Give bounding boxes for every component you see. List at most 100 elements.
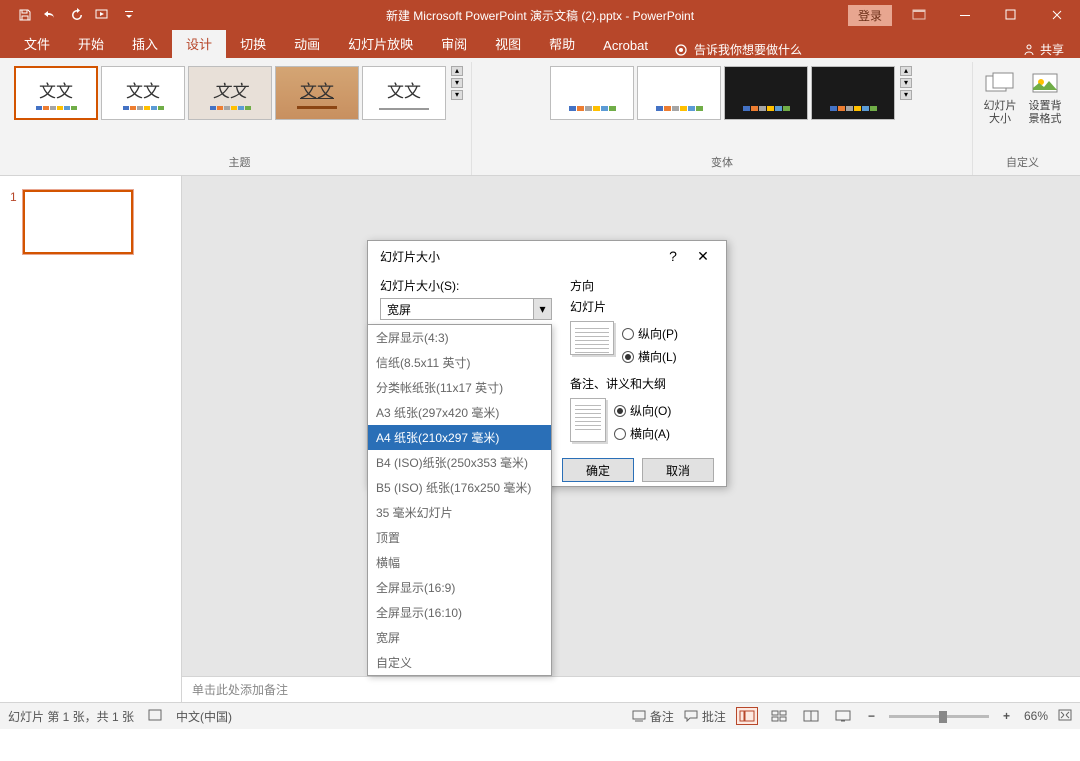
share-button[interactable]: 共享: [1022, 41, 1064, 58]
window-controls: 登录: [848, 0, 1080, 30]
comments-toggle[interactable]: 批注: [684, 708, 726, 725]
tab-design[interactable]: 设计: [172, 29, 226, 58]
variant-thumb[interactable]: [811, 66, 895, 120]
tell-me-search[interactable]: 告诉我你想要做什么: [662, 41, 814, 58]
login-button[interactable]: 登录: [848, 5, 892, 26]
format-bg-icon: [1029, 70, 1061, 98]
theme-thumb[interactable]: 文文: [275, 66, 359, 120]
tab-acrobat[interactable]: Acrobat: [589, 33, 662, 58]
slide-number: 1: [10, 190, 17, 254]
window-title: 新建 Microsoft PowerPoint 演示文稿 (2).pptx - …: [386, 7, 694, 24]
customize-label: 自定义: [1006, 151, 1039, 175]
dropdown-item[interactable]: 宽屏: [368, 625, 551, 650]
qat-customize-button[interactable]: [116, 2, 142, 28]
ribbon-display-button[interactable]: [896, 0, 942, 30]
dropdown-item[interactable]: 全屏显示(16:9): [368, 575, 551, 600]
scroll-down-button[interactable]: ▾: [900, 78, 912, 88]
ribbon-tabs: 文件 开始 插入 设计 切换 动画 幻灯片放映 审阅 视图 帮助 Acrobat…: [0, 30, 1080, 58]
notes-toggle[interactable]: 备注: [632, 708, 674, 725]
minimize-button[interactable]: [942, 0, 988, 30]
maximize-button[interactable]: [988, 0, 1034, 30]
size-dropdown: 全屏显示(4:3) 信纸(8.5x11 英寸) 分类帐纸张(11x17 英寸) …: [367, 324, 552, 676]
tab-animations[interactable]: 动画: [280, 29, 334, 58]
zoom-out-button[interactable]: −: [864, 709, 879, 723]
slide-entry[interactable]: 1: [10, 190, 171, 254]
sorter-view-button[interactable]: [768, 707, 790, 725]
share-label: 共享: [1040, 41, 1064, 58]
tab-help[interactable]: 帮助: [535, 29, 589, 58]
more-button[interactable]: ▾: [900, 90, 912, 100]
save-button[interactable]: [12, 2, 38, 28]
start-from-beginning-button[interactable]: [90, 2, 116, 28]
normal-view-button[interactable]: [736, 707, 758, 725]
dialog-title: 幻灯片大小: [380, 248, 658, 265]
orientation-label: 方向: [570, 277, 714, 294]
dropdown-item[interactable]: 顶置: [368, 525, 551, 550]
variant-thumb[interactable]: [724, 66, 808, 120]
combo-value: 宽屏: [381, 301, 533, 318]
scroll-up-button[interactable]: ▴: [900, 66, 912, 76]
dropdown-item[interactable]: A4 纸张(210x297 毫米): [368, 425, 551, 450]
quick-access-toolbar: [0, 2, 142, 28]
cancel-button[interactable]: 取消: [642, 458, 714, 482]
dialog-close-button[interactable]: ✕: [688, 244, 718, 268]
tab-review[interactable]: 审阅: [427, 29, 481, 58]
radio-portrait[interactable]: 纵向(P): [622, 325, 678, 342]
scroll-down-button[interactable]: ▾: [451, 78, 463, 88]
radio-landscape-notes[interactable]: 横向(A): [614, 425, 671, 442]
tab-home[interactable]: 开始: [64, 29, 118, 58]
dialog-help-button[interactable]: ?: [658, 244, 688, 268]
slide-size-button[interactable]: 幻灯片大小: [979, 66, 1021, 126]
theme-thumb[interactable]: 文文: [188, 66, 272, 120]
variant-thumb[interactable]: [637, 66, 721, 120]
size-combobox[interactable]: 宽屏 ▾: [380, 298, 552, 320]
dropdown-item[interactable]: B5 (ISO) 纸张(176x250 毫米): [368, 475, 551, 500]
variant-thumb[interactable]: [550, 66, 634, 120]
dropdown-item[interactable]: A3 纸张(297x420 毫米): [368, 400, 551, 425]
slide-counter: 幻灯片 第 1 张，共 1 张: [8, 708, 134, 725]
combo-dropdown-button[interactable]: ▾: [533, 299, 551, 319]
tab-file[interactable]: 文件: [10, 29, 64, 58]
radio-portrait-notes[interactable]: 纵向(O): [614, 402, 671, 419]
close-button[interactable]: [1034, 0, 1080, 30]
dropdown-item[interactable]: 信纸(8.5x11 英寸): [368, 350, 551, 375]
slideshow-view-button[interactable]: [832, 707, 854, 725]
dropdown-item[interactable]: 全屏显示(4:3): [368, 325, 551, 350]
zoom-slider[interactable]: [889, 715, 989, 718]
ribbon: 文文 文文 文文 文文 文文 ▴ ▾ ▾ 主题 ▴ ▾ ▾ 变体: [0, 58, 1080, 176]
themes-expand: ▴ ▾ ▾: [451, 66, 465, 100]
theme-thumb[interactable]: 文文: [362, 66, 446, 120]
tab-transitions[interactable]: 切换: [226, 29, 280, 58]
dropdown-item[interactable]: 自定义: [368, 650, 551, 675]
themes-group: 文文 文文 文文 文文 文文 ▴ ▾ ▾ 主题: [8, 62, 472, 175]
tab-view[interactable]: 视图: [481, 29, 535, 58]
redo-button[interactable]: [64, 2, 90, 28]
tab-insert[interactable]: 插入: [118, 29, 172, 58]
undo-button[interactable]: [38, 2, 64, 28]
variants-label: 变体: [711, 151, 733, 175]
zoom-in-button[interactable]: +: [999, 709, 1014, 723]
dropdown-item[interactable]: 35 毫米幻灯片: [368, 500, 551, 525]
dropdown-item[interactable]: B4 (ISO)纸张(250x353 毫米): [368, 450, 551, 475]
zoom-level[interactable]: 66%: [1024, 709, 1048, 723]
notes-pane[interactable]: 单击此处添加备注: [182, 676, 1080, 702]
more-button[interactable]: ▾: [451, 90, 463, 100]
ok-button[interactable]: 确定: [562, 458, 634, 482]
dropdown-item[interactable]: 分类帐纸张(11x17 英寸): [368, 375, 551, 400]
slide-thumbnail[interactable]: [23, 190, 133, 254]
language-status[interactable]: 中文(中国): [176, 708, 232, 725]
format-background-button[interactable]: 设置背景格式: [1024, 66, 1066, 126]
accessibility-icon[interactable]: [148, 708, 162, 725]
dropdown-item[interactable]: 全屏显示(16:10): [368, 600, 551, 625]
reading-view-button[interactable]: [800, 707, 822, 725]
themes-label: 主题: [229, 151, 251, 175]
tab-slideshow[interactable]: 幻灯片放映: [334, 29, 427, 58]
titlebar: 新建 Microsoft PowerPoint 演示文稿 (2).pptx - …: [0, 0, 1080, 30]
theme-thumb[interactable]: 文文: [101, 66, 185, 120]
theme-thumb[interactable]: 文文: [14, 66, 98, 120]
fit-window-button[interactable]: [1058, 709, 1072, 724]
notes-orient-label: 备注、讲义和大纲: [570, 375, 714, 392]
scroll-up-button[interactable]: ▴: [451, 66, 463, 76]
radio-landscape[interactable]: 横向(L): [622, 348, 678, 365]
dropdown-item[interactable]: 横幅: [368, 550, 551, 575]
